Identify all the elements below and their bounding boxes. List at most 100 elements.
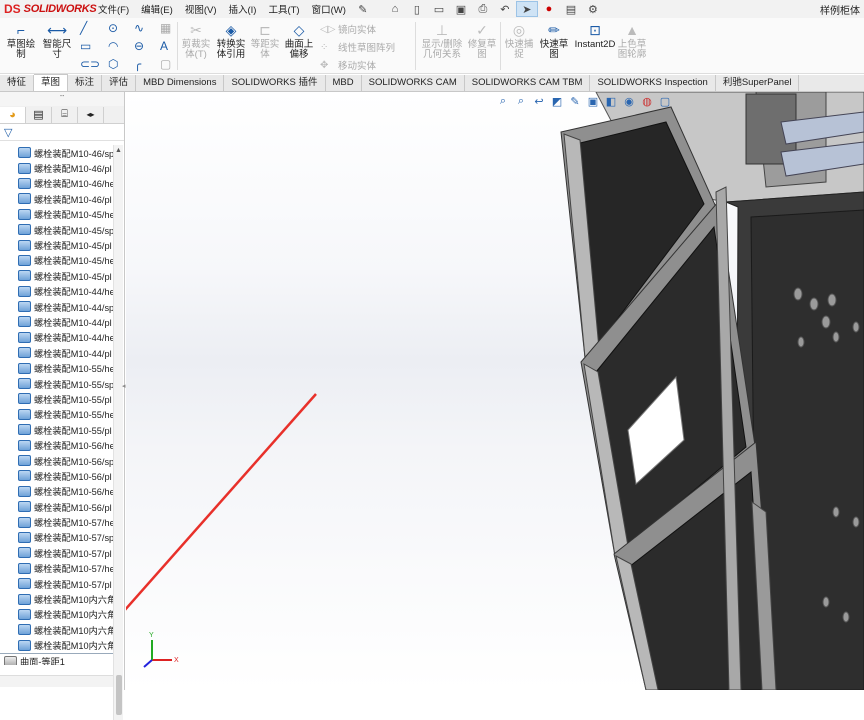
- undo-icon[interactable]: ↶: [494, 1, 516, 17]
- file-properties-icon[interactable]: ▤: [560, 1, 582, 17]
- tab-sketch[interactable]: 草图: [34, 74, 69, 91]
- open-icon[interactable]: ▭: [428, 1, 450, 17]
- zoom-to-area-icon[interactable]: ⌕: [512, 94, 530, 108]
- display-style-icon[interactable]: ◧: [602, 94, 620, 108]
- feature-manager-tab-icon[interactable]: ◕: [0, 106, 26, 123]
- linear-pattern-button[interactable]: ⁘ 线性草图阵列: [320, 40, 395, 55]
- instant2d-button[interactable]: ⊡ Instant2D: [573, 22, 617, 50]
- arc-icon[interactable]: ◠: [108, 39, 118, 53]
- tab-annotation[interactable]: 标注: [68, 75, 103, 91]
- save-icon[interactable]: ▣: [450, 1, 472, 17]
- tree-item[interactable]: 螺栓装配M10内六角: [0, 638, 113, 653]
- tree-item[interactable]: 螺栓装配M10-57/he: [0, 561, 113, 576]
- tree-item[interactable]: 螺栓装配M10-46/sp: [0, 145, 113, 160]
- quick-snaps-button[interactable]: ◎ 快速捕捉: [503, 22, 535, 60]
- tree-horizontal-scrollbar[interactable]: [0, 675, 113, 687]
- circle-icon[interactable]: ⊙: [108, 21, 118, 35]
- menu-window[interactable]: 窗口(W): [306, 2, 352, 16]
- menu-edit[interactable]: 编辑(E): [135, 2, 179, 16]
- ellipse-icon[interactable]: ⊖: [134, 39, 144, 53]
- tree-item[interactable]: 螺栓装配M10-55/pl: [0, 422, 113, 437]
- tree-item[interactable]: 螺栓装配M10-46/pl: [0, 160, 113, 175]
- tree-item[interactable]: 螺栓装配M10-56/he: [0, 484, 113, 499]
- polygon-icon[interactable]: ⬡: [108, 57, 118, 71]
- tab-solidworks-addins[interactable]: SOLIDWORKS 插件: [224, 75, 326, 91]
- tree-item[interactable]: 螺栓装配M10-45/pl: [0, 237, 113, 252]
- tree-item[interactable]: 螺栓装配M10-57/pl: [0, 576, 113, 591]
- section-view-icon[interactable]: ◩: [548, 94, 566, 108]
- smart-dimension-button[interactable]: ⟷ 智能尺寸: [40, 22, 74, 60]
- tree-item[interactable]: 螺栓装配M10-44/sp: [0, 299, 113, 314]
- tree-item[interactable]: 螺栓装配M10-45/he: [0, 207, 113, 222]
- spline-icon[interactable]: ∿: [134, 21, 144, 35]
- home-icon[interactable]: ⌂: [384, 1, 406, 17]
- menu-tools[interactable]: 工具(T): [262, 2, 305, 16]
- offset-on-surface-button[interactable]: ◇ 曲面上偏移: [283, 22, 315, 60]
- panel-grip[interactable]: ⠒: [0, 92, 124, 106]
- tab-mbd-dimensions[interactable]: MBD Dimensions: [136, 75, 225, 91]
- tree-item[interactable]: 螺栓装配M10内六角: [0, 622, 113, 637]
- fillet-icon[interactable]: ╭: [134, 57, 141, 71]
- select-arrow-icon[interactable]: ➤: [515, 1, 538, 17]
- trim-entities-button[interactable]: ✂ 剪裁实体(T): [179, 22, 213, 60]
- tab-evaluate[interactable]: 评估: [102, 75, 137, 91]
- plane-icon[interactable]: ▦: [160, 21, 171, 35]
- scroll-up-arrow-icon[interactable]: ▲: [115, 147, 122, 154]
- move-entities-button[interactable]: ✥ 移动实体: [320, 58, 376, 73]
- apply-scene-icon[interactable]: ▢: [656, 94, 674, 108]
- tree-item[interactable]: 螺栓装配M10-44/he: [0, 284, 113, 299]
- tree-item[interactable]: 螺栓装配M10-57/sp: [0, 530, 113, 545]
- tree-item[interactable]: 螺栓装配M10-57/pl: [0, 545, 113, 560]
- tree-item[interactable]: 螺栓装配M10-55/he: [0, 360, 113, 375]
- tree-item[interactable]: 螺栓装配M10-46/he: [0, 176, 113, 191]
- tree-item[interactable]: 螺栓装配M10-46/pl: [0, 191, 113, 206]
- tab-mbd[interactable]: MBD: [326, 75, 362, 91]
- rebuild-traffic-light-icon[interactable]: ●: [538, 1, 560, 17]
- dynamic-annotation-icon[interactable]: ✎: [566, 94, 584, 108]
- tree-item[interactable]: 螺栓装配M10-55/pl: [0, 391, 113, 406]
- tree-item[interactable]: 螺栓装配M10-44/pl: [0, 345, 113, 360]
- filter-icon[interactable]: ▽: [4, 126, 12, 139]
- tree-item[interactable]: 螺栓装配M10-55/sp: [0, 376, 113, 391]
- menu-insert[interactable]: 插入(I): [222, 2, 262, 16]
- hide-show-items-icon[interactable]: ◉: [620, 94, 638, 108]
- text-icon[interactable]: A: [160, 39, 168, 53]
- tree-item[interactable]: 螺栓装配M10内六角: [0, 607, 113, 622]
- rectangle-icon[interactable]: ▭: [80, 39, 91, 53]
- zoom-to-fit-icon[interactable]: ⌕: [494, 94, 512, 108]
- graphics-area[interactable]: ⌕ ⌕ ↩ ◩ ✎ ▣ ◧ ◉ ◍ ▢ X Y: [126, 92, 864, 690]
- tree-item[interactable]: 螺栓装配M10-56/he: [0, 437, 113, 452]
- panel-tabs-scroll-icon[interactable]: ◂▸: [78, 106, 104, 123]
- tab-solidworks-cam-tbm[interactable]: SOLIDWORKS CAM TBM: [465, 75, 591, 91]
- tab-features[interactable]: 特征: [0, 75, 35, 91]
- menu-view[interactable]: 视图(V): [179, 2, 223, 16]
- edit-appearance-icon[interactable]: ◍: [638, 94, 656, 108]
- rapid-sketch-button[interactable]: ✏ 快速草图: [538, 22, 570, 60]
- slot-icon[interactable]: ⊂⊃: [80, 57, 100, 71]
- line-icon[interactable]: ╱: [80, 21, 87, 35]
- tree-item[interactable]: 螺栓装配M10内六角: [0, 591, 113, 606]
- tree-item[interactable]: 螺栓装配M10-45/sp: [0, 222, 113, 237]
- offset-entities-button[interactable]: ⊏ 等距实体: [250, 22, 280, 60]
- scrollbar-thumb[interactable]: [116, 675, 122, 715]
- tree-item[interactable]: 螺栓装配M10-57/he: [0, 514, 113, 529]
- shaded-sketch-contours-button[interactable]: ▲ 上色草图轮廓: [616, 22, 648, 60]
- tree-item-surface-offset[interactable]: 曲面-等距1: [0, 652, 113, 665]
- configuration-manager-tab-icon[interactable]: ⌸: [52, 106, 78, 123]
- options-gear-icon[interactable]: ⚙: [582, 1, 604, 17]
- convert-entities-button[interactable]: ◈ 转换实体引用: [214, 22, 248, 60]
- tree-item[interactable]: 螺栓装配M10-56/sp: [0, 453, 113, 468]
- print-icon[interactable]: ⎙: [472, 1, 494, 17]
- panel-collapse-icon[interactable]: ◂: [122, 382, 126, 390]
- tree-item[interactable]: 螺栓装配M10-45/pl: [0, 268, 113, 283]
- new-document-icon[interactable]: ▯: [406, 1, 428, 17]
- display-delete-relations-button[interactable]: ⊥ 显示/删除几何关系: [420, 22, 464, 60]
- tree-item[interactable]: 螺栓装配M10-44/pl: [0, 314, 113, 329]
- pin-icon[interactable]: ✎: [352, 1, 374, 17]
- tree-vertical-scrollbar[interactable]: ▲: [113, 145, 123, 720]
- tab-solidworks-cam[interactable]: SOLIDWORKS CAM: [362, 75, 465, 91]
- tree-item[interactable]: 螺栓装配M10-56/pl: [0, 468, 113, 483]
- menu-file[interactable]: 文件(F): [92, 2, 135, 16]
- point-icon[interactable]: ▢: [160, 57, 171, 71]
- view-orientation-icon[interactable]: ▣: [584, 94, 602, 108]
